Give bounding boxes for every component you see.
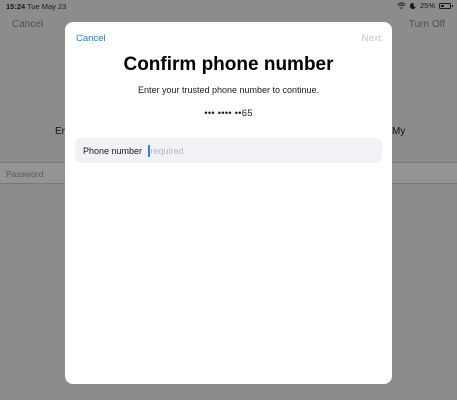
phone-number-label: Phone number bbox=[83, 145, 143, 156]
phone-number-field[interactable]: Phone number bbox=[75, 138, 382, 163]
page-subtitle: Enter your trusted phone number to conti… bbox=[137, 85, 320, 95]
battery-icon bbox=[439, 2, 453, 9]
next-button[interactable]: Next bbox=[361, 33, 381, 44]
moon-icon bbox=[409, 2, 416, 9]
status-time: 15:24 bbox=[6, 2, 26, 11]
status-indicators: 25% bbox=[397, 1, 453, 10]
masked-phone-number: ••• •••• ••65 bbox=[204, 108, 253, 119]
status-date: Tue May 23 bbox=[27, 2, 67, 11]
status-bar: 15:24 Tue May 23 25% bbox=[0, 0, 457, 12]
phone-number-input[interactable] bbox=[149, 145, 382, 156]
wifi-icon bbox=[397, 2, 406, 9]
battery-percent: 25% bbox=[419, 1, 435, 10]
page-title: Confirm phone number bbox=[123, 54, 334, 75]
cancel-button[interactable]: Cancel bbox=[76, 33, 106, 44]
confirm-phone-sheet: Cancel Next Confirm phone number Enter y… bbox=[65, 22, 392, 384]
